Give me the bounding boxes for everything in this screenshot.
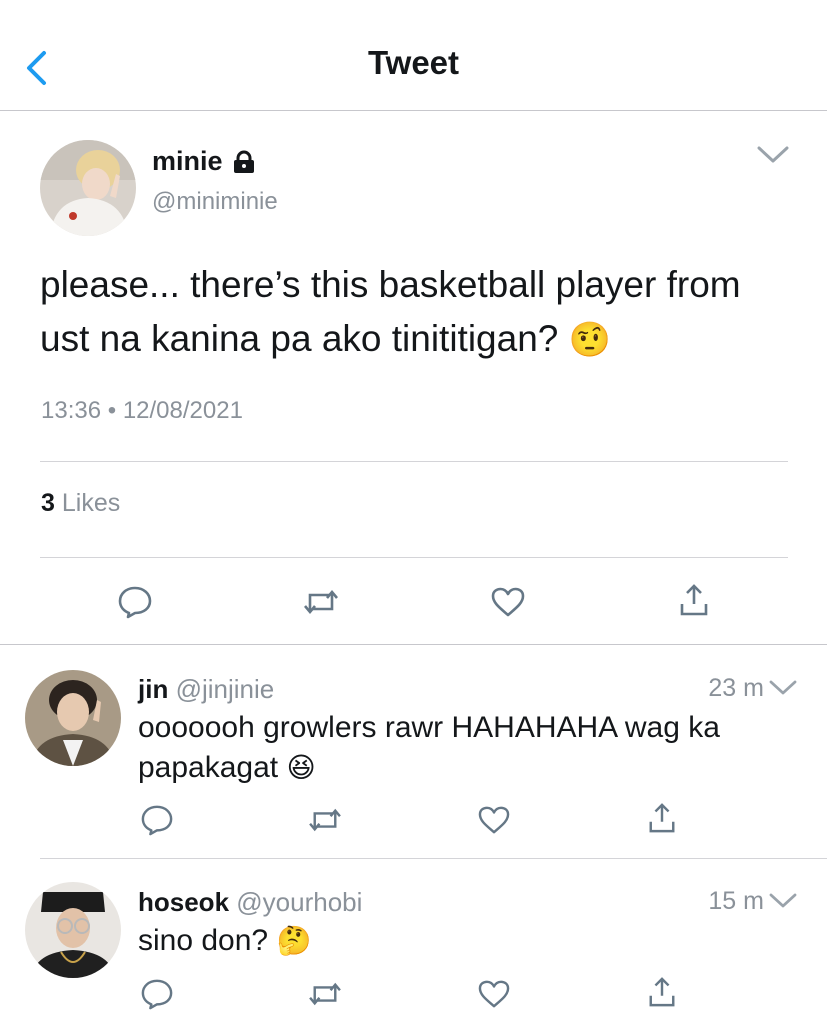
- reply-time: 23 m: [708, 674, 764, 702]
- share-icon[interactable]: [647, 802, 677, 834]
- divider: [0, 644, 827, 645]
- reply-text: ooooooh growlers rawr HAHAHAHA wag ka pa…: [138, 711, 720, 784]
- header-divider: [0, 110, 827, 111]
- chevron-down-icon[interactable]: [768, 678, 798, 698]
- reply-icon[interactable]: [140, 978, 174, 1010]
- divider: [40, 557, 788, 558]
- laughing-emoji: 😆: [286, 752, 316, 783]
- reply-time: 15 m: [708, 887, 764, 915]
- like-icon[interactable]: [477, 805, 511, 835]
- reply-avatar[interactable]: [25, 882, 121, 978]
- reply-icon[interactable]: [140, 804, 174, 836]
- avatar[interactable]: [40, 140, 136, 236]
- divider: [40, 858, 827, 859]
- like-icon[interactable]: [490, 586, 526, 618]
- likes-count[interactable]: 3 Likes: [41, 489, 120, 518]
- retweet-icon[interactable]: [301, 587, 341, 617]
- page-title: Tweet: [367, 44, 460, 81]
- divider: [40, 461, 788, 462]
- reply-text: sino don? 🤔: [138, 924, 312, 957]
- tweet-timestamp: 13:36 • 12/08/2021: [41, 397, 243, 424]
- chevron-down-icon[interactable]: [768, 891, 798, 911]
- author-handle[interactable]: @miniminie: [152, 188, 278, 216]
- tweet-text: please... there’s this basketball player…: [40, 264, 741, 359]
- like-icon[interactable]: [477, 979, 511, 1009]
- lock-icon: [234, 150, 254, 173]
- reply-author[interactable]: hoseok @yourhobi: [138, 887, 362, 918]
- share-icon[interactable]: [678, 583, 710, 617]
- retweet-icon[interactable]: [306, 980, 344, 1008]
- reply-author[interactable]: jin @jinjinie: [138, 674, 274, 705]
- author-name[interactable]: minie: [152, 146, 223, 177]
- raised-eyebrow-emoji: 🤨: [568, 321, 611, 359]
- share-icon[interactable]: [647, 976, 677, 1008]
- thinking-emoji: 🤔: [276, 925, 312, 956]
- chevron-down-icon[interactable]: [756, 144, 790, 166]
- retweet-icon[interactable]: [306, 806, 344, 834]
- reply-avatar[interactable]: [25, 670, 121, 766]
- reply-icon[interactable]: [117, 585, 153, 619]
